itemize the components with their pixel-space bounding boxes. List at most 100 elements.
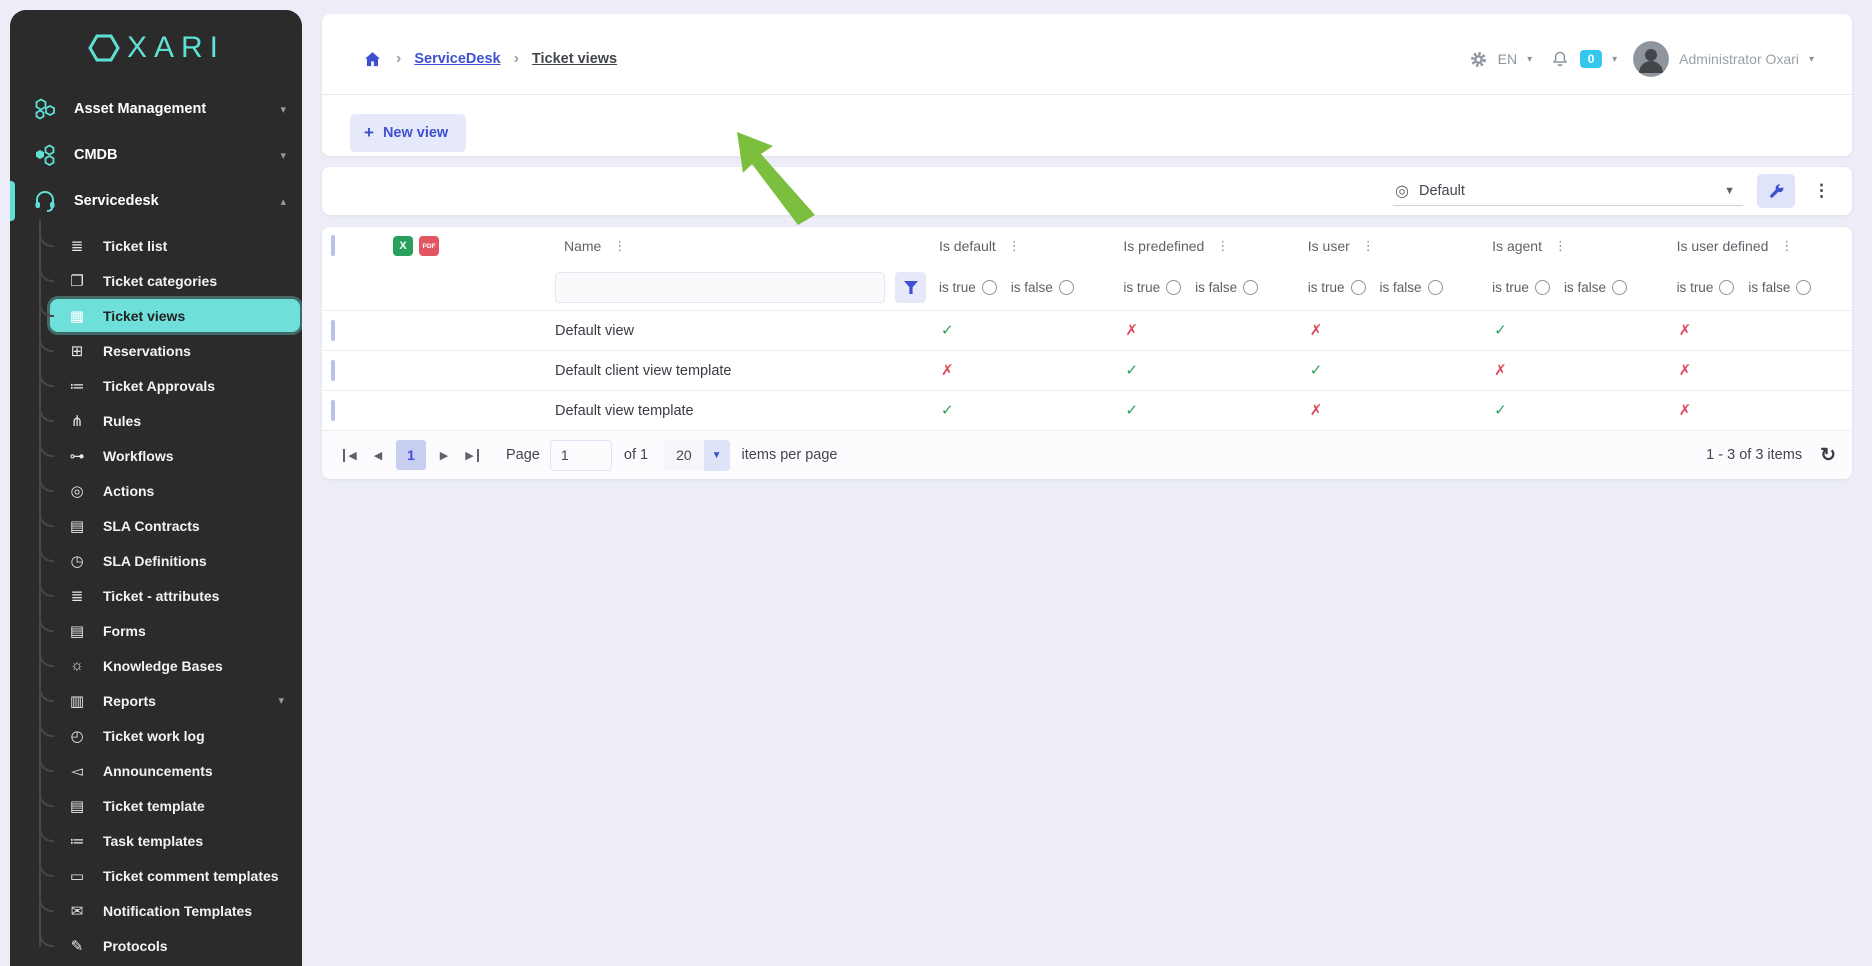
column-menu-icon[interactable]: ⋮ — [1362, 238, 1375, 254]
column-menu-icon[interactable]: ⋮ — [1216, 238, 1229, 254]
header-controls: EN ▾ 0 ▾ — [1469, 41, 1814, 77]
row-checkbox[interactable] — [331, 360, 335, 381]
row-checkbox[interactable] — [331, 400, 335, 421]
row-checkbox[interactable] — [331, 320, 335, 341]
tasks-icon: ≔ — [65, 832, 89, 850]
is-true-radio[interactable] — [1351, 280, 1366, 295]
breadcrumb-servicedesk-link[interactable]: ServiceDesk — [414, 51, 500, 67]
column-menu-icon[interactable]: ⋮ — [1008, 238, 1021, 254]
protocol-icon: ✎ — [65, 937, 89, 955]
page-size-dropdown[interactable]: 20 ▼ — [664, 440, 729, 471]
sidebar-item-label: Ticket views — [103, 308, 300, 324]
toolbar-kebab-menu[interactable]: ⋮ — [1805, 177, 1838, 205]
is-true-radio[interactable] — [982, 280, 997, 295]
refresh-button[interactable]: ↻ — [1820, 444, 1836, 467]
mail-icon: ✉ — [65, 902, 89, 920]
last-page-button[interactable]: ▶ — [458, 441, 486, 469]
table-row[interactable]: Default view template✓✓✗✓✗ — [322, 391, 1852, 431]
funnel-icon — [904, 281, 918, 294]
column-menu-icon[interactable]: ⋮ — [1554, 238, 1567, 254]
page-1-button[interactable]: 1 — [396, 440, 426, 470]
view-settings-button[interactable] — [1757, 174, 1795, 208]
check-icon: ✓ — [1114, 402, 1138, 419]
checklist-icon: ≔ — [65, 377, 89, 395]
row-name: Default view — [555, 323, 634, 339]
form-icon: ▤ — [65, 622, 89, 640]
table-row[interactable]: Default view✓✗✗✓✗ — [322, 311, 1852, 351]
view-selector-dropdown[interactable]: ◎ Default ▼ — [1393, 176, 1743, 206]
sidebar-item-label: Protocols — [103, 938, 300, 954]
chevron-down-icon: ▾ — [278, 694, 284, 707]
bool-filter-is-user: is trueis false — [1299, 280, 1483, 295]
first-page-button[interactable]: ◀ — [336, 441, 364, 469]
wrench-icon — [1768, 183, 1785, 200]
export-buttons: X PDF — [380, 236, 555, 256]
cross-icon: ✗ — [1668, 402, 1692, 419]
notifications-bell-icon[interactable] — [1550, 49, 1570, 69]
is-true-radio[interactable] — [1166, 280, 1181, 295]
excel-export-icon[interactable]: X — [393, 236, 413, 256]
home-icon[interactable] — [362, 49, 383, 70]
column-label: Is agent — [1492, 238, 1542, 254]
items-per-page-label: items per page — [742, 447, 838, 463]
cross-icon: ✗ — [930, 362, 954, 379]
name-filter-button[interactable] — [895, 272, 926, 303]
column-menu-icon[interactable]: ⋮ — [613, 238, 626, 254]
row-name: Default client view template — [555, 363, 732, 379]
settings-gear-icon[interactable] — [1469, 50, 1488, 69]
table-row[interactable]: Default client view template✗✓✓✗✗ — [322, 351, 1852, 391]
is-false-radio[interactable] — [1059, 280, 1074, 295]
notification-count-badge: 0 — [1580, 50, 1602, 68]
user-avatar[interactable] — [1633, 41, 1669, 77]
column-header-is-user-defined[interactable]: Is user defined⋮ — [1668, 238, 1852, 254]
column-header-is-agent[interactable]: Is agent ⋮ — [1483, 238, 1667, 254]
is-true-radio[interactable] — [1535, 280, 1550, 295]
notifications-caret-icon[interactable]: ▾ — [1612, 54, 1617, 65]
sidebar-item-protocols[interactable]: ✎ Protocols — [10, 928, 302, 963]
share-icon: ⋔ — [65, 412, 89, 430]
app-logo: XARI — [10, 10, 302, 86]
next-page-button[interactable]: ▶ — [430, 441, 458, 469]
chart-icon: ▥ — [65, 692, 89, 710]
logo-text: XARI — [127, 31, 225, 65]
plus-icon: + — [364, 123, 374, 143]
sidebar-item-label: Notification Templates — [103, 903, 300, 919]
sidebar-item-label: Ticket Approvals — [103, 378, 300, 394]
column-header-name[interactable]: Name ⋮ — [555, 238, 930, 254]
is-true-radio[interactable] — [1719, 280, 1734, 295]
is-false-radio[interactable] — [1612, 280, 1627, 295]
previous-page-button[interactable]: ◀ — [364, 441, 392, 469]
headset-icon — [32, 189, 58, 213]
column-menu-icon[interactable]: ⋮ — [1780, 238, 1793, 254]
sidebar-item-servicedesk[interactable]: Servicedesk ▴ — [10, 178, 302, 224]
pdf-export-icon[interactable]: PDF — [419, 236, 439, 256]
is-true-label: is true — [1492, 280, 1529, 295]
check-icon: ✓ — [1299, 362, 1323, 379]
table-icon: ▦ — [65, 307, 89, 325]
sidebar-item-asset-management[interactable]: Asset Management ▾ — [10, 86, 302, 132]
is-false-radio[interactable] — [1796, 280, 1811, 295]
bool-filter-is-user-defined: is trueis false — [1668, 280, 1852, 295]
is-false-radio[interactable] — [1428, 280, 1443, 295]
column-header-is-default[interactable]: Is default ⋮ — [930, 238, 1114, 254]
language-selector[interactable]: EN — [1498, 51, 1517, 67]
page-number-input[interactable] — [550, 440, 612, 471]
check-icon: ✓ — [1483, 322, 1507, 339]
column-header-is-predefined[interactable]: Is predefined⋮ — [1114, 238, 1298, 254]
new-view-button[interactable]: + New view — [350, 114, 466, 152]
user-name[interactable]: Administrator Oxari — [1679, 51, 1799, 67]
name-filter-input[interactable] — [555, 272, 885, 303]
sidebar-item-cmdb[interactable]: CMDB ▾ — [10, 132, 302, 178]
header-divider — [322, 94, 1852, 95]
language-caret-icon[interactable]: ▾ — [1527, 54, 1532, 65]
column-label: Is default — [939, 238, 996, 254]
select-all-checkbox[interactable] — [331, 235, 335, 256]
is-false-radio[interactable] — [1243, 280, 1258, 295]
cross-icon: ✗ — [1668, 322, 1692, 339]
user-menu-caret-icon[interactable]: ▾ — [1809, 54, 1814, 65]
is-false-label: is false — [1748, 280, 1790, 295]
sidebar-item-label: CMDB — [74, 147, 280, 163]
column-header-is-user[interactable]: Is user⋮ — [1299, 238, 1483, 254]
is-false-label: is false — [1564, 280, 1606, 295]
bool-filter-is-predefined: is trueis false — [1114, 280, 1298, 295]
